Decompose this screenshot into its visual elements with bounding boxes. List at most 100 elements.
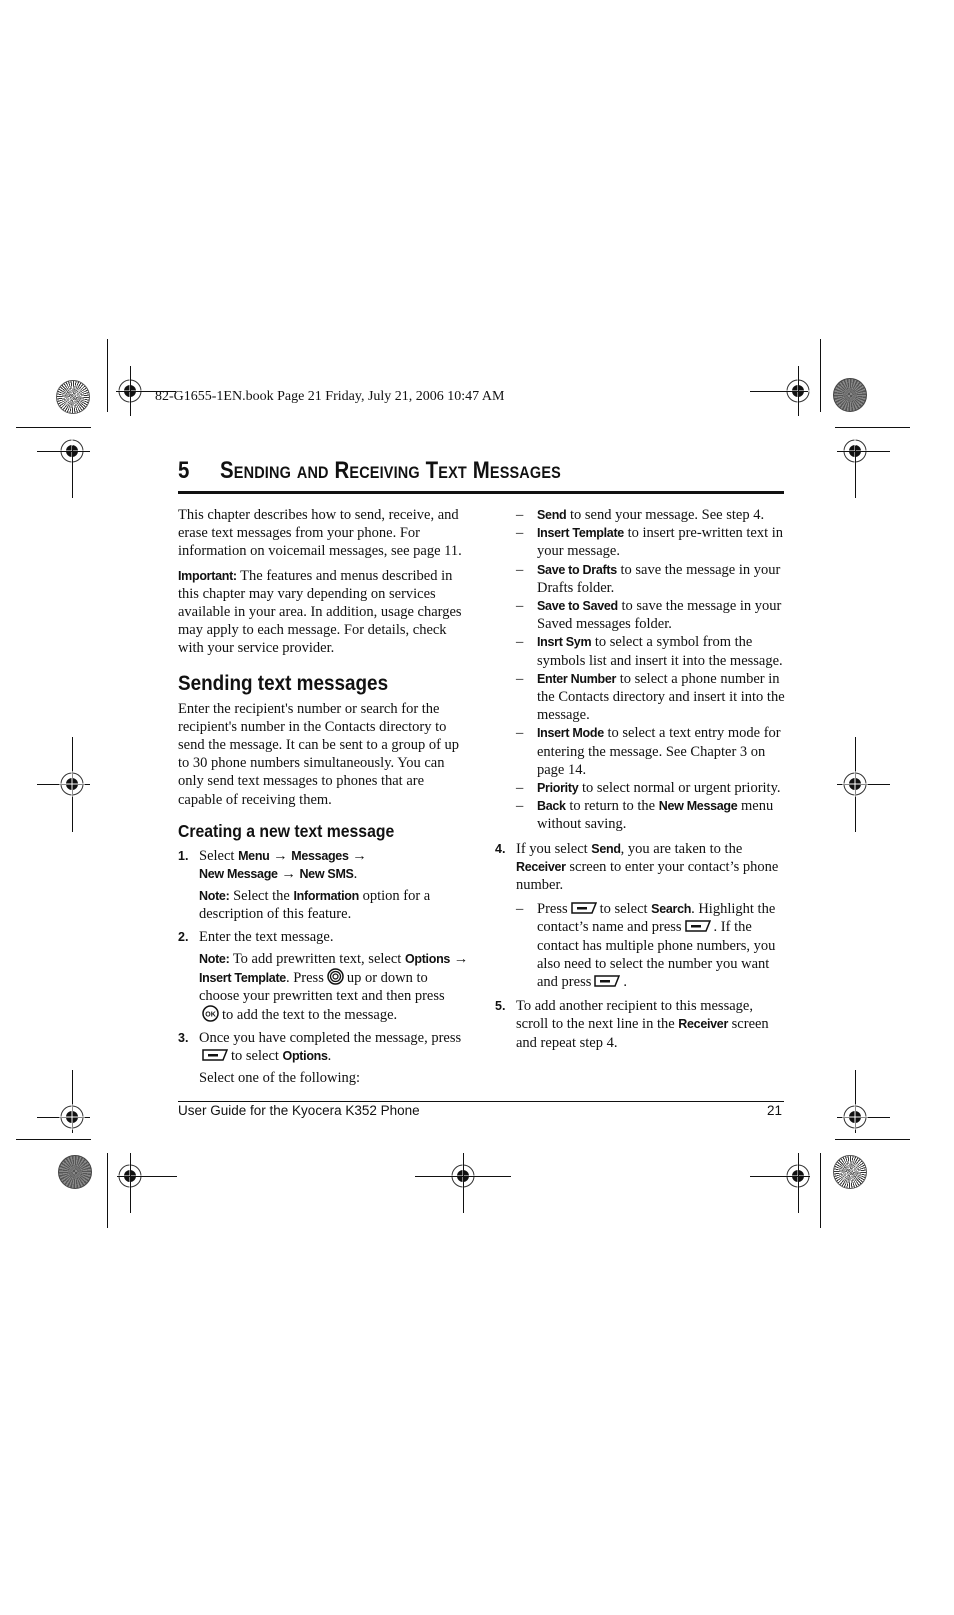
text: . (327, 1047, 332, 1064)
option-label: Back (537, 799, 566, 814)
option-label: Save to Drafts (537, 562, 617, 577)
crop-mark (837, 451, 890, 452)
dash-bullet: – (516, 901, 524, 918)
step-4: 4. If you select Send, you are taken to … (495, 840, 787, 992)
registration-target-icon (59, 1104, 85, 1130)
arrow-glyph: → (277, 866, 300, 883)
option-send: Send (591, 841, 621, 856)
section-heading: Sending text messages (178, 671, 389, 695)
step-number: 3. (178, 1030, 189, 1045)
option-list-item: – Insert Mode to select a text entry mode… (516, 724, 787, 779)
option-list-item: – Priority to select normal or urgent pri… (516, 779, 787, 797)
color-bar-starburst-icon (833, 378, 867, 412)
crop-mark (750, 391, 808, 392)
option-list-item: – Send to send your message. See step 4. (516, 506, 787, 524)
note-label: Note: (199, 951, 230, 966)
option-description: to send your message. See step 4. (566, 507, 765, 523)
left-softkey-icon (594, 975, 621, 987)
dash-bullet: – (516, 598, 524, 615)
crop-mark (117, 1176, 177, 1177)
softkey-options: Options (282, 1048, 328, 1063)
left-softkey-icon (684, 920, 711, 933)
footer-title: User Guide for the Kyocera K352 Phone (178, 1103, 420, 1118)
options-list: – Send to send your message. See step 4. –… (495, 506, 787, 834)
important-note: Important: The features and menus descri… (178, 567, 470, 658)
text: . (353, 866, 358, 883)
subsection-heading: Creating a new text message (178, 820, 395, 841)
crop-mark (820, 339, 821, 412)
option-label: Enter Number (537, 671, 617, 686)
step-text: Select Menu → Messages → New Message → N… (199, 847, 470, 883)
crop-mark (16, 1139, 91, 1140)
crop-mark (130, 1153, 131, 1213)
option-list-item: – Enter Number to select a phone number i… (516, 670, 787, 725)
crop-mark (750, 1176, 810, 1177)
step-number: 4. (495, 841, 506, 856)
screen-receiver: Receiver (678, 1017, 729, 1032)
option-description: to return to the (565, 798, 659, 815)
step-text: Enter the text message. (199, 928, 334, 945)
step-note: Note: To add prewritten text, select Opt… (199, 950, 470, 1025)
text: To add prewritten text, select (229, 950, 405, 967)
step-number: 1. (178, 848, 189, 863)
intro-paragraph: This chapter describes how to send, rece… (178, 507, 462, 560)
option-label: Priority (537, 781, 579, 796)
option-list-item: – Save to Saved to save the message in yo… (516, 597, 787, 633)
option-description: to select normal or urgent priority. (578, 780, 781, 797)
crop-mark (72, 446, 73, 498)
text: . (623, 974, 627, 991)
text: to select (599, 901, 652, 918)
softkey-search: Search (651, 902, 692, 917)
option-label: Insert Template (537, 526, 624, 541)
menu-path-new-sms: New SMS (299, 867, 354, 882)
chapter-title: Sending and Receiving Text Messages (220, 457, 561, 484)
left-softkey-icon (202, 1049, 228, 1061)
step-3: 3. Once you have completed the message, … (178, 1029, 470, 1088)
crop-mark (107, 339, 108, 412)
crop-mark (820, 1153, 821, 1228)
color-bar-starburst-icon (58, 1155, 92, 1189)
crop-mark (798, 1153, 799, 1213)
crop-mark (415, 1176, 511, 1177)
text: Select the (229, 888, 294, 905)
text: Once you have completed the message, pre… (199, 1029, 462, 1046)
dash-bullet: – (516, 634, 524, 651)
dash-bullet: – (516, 725, 524, 742)
menu-path-new-message: New Message (199, 867, 278, 882)
crop-mark (16, 427, 91, 428)
dash-bullet: – (516, 798, 524, 815)
crop-mark (855, 446, 856, 498)
footer-rule (178, 1101, 784, 1102)
color-bar-starburst-icon (833, 1155, 867, 1189)
option-list-item: – Back to return to the New Message menu … (516, 797, 787, 833)
text: Select (199, 847, 239, 864)
svg-text:OK: OK (205, 1012, 216, 1019)
registration-target-icon (842, 1104, 868, 1130)
section-body: Enter the recipient's number or search f… (178, 700, 460, 808)
step-followup: Select one of the following: (199, 1070, 361, 1087)
menu-path-messages: Messages (291, 848, 349, 863)
dash-bullet: – (516, 780, 524, 797)
text: to add the text to the message. (222, 1007, 398, 1024)
option-list-item: – Save to Drafts to save the message in y… (516, 561, 787, 597)
dash-bullet: – (516, 507, 524, 523)
step-1: 1. Select Menu → Messages → New Message … (178, 847, 470, 924)
crop-mark (107, 1153, 108, 1228)
arrow-glyph: → (348, 847, 367, 864)
crop-mark (463, 1153, 464, 1213)
ok-key-icon: OK (202, 1005, 219, 1023)
text: to select (231, 1047, 283, 1064)
arrow-glyph: → (450, 950, 469, 967)
text: , you are taken to the (620, 840, 743, 857)
menu-path-menu: Menu (238, 848, 270, 863)
color-bar-starburst-icon (56, 380, 90, 414)
step-note: Note: Select the Information option for … (199, 887, 470, 923)
right-column: – Send to send your message. See step 4. –… (495, 506, 787, 1056)
text: Press (537, 901, 568, 918)
navigation-key-icon (327, 968, 344, 985)
menu-new-message: New Message (658, 799, 738, 814)
chapter-heading: 5 Sending and Receiving Text Messages (178, 457, 784, 494)
option-list-item: – Insrt Sym to select a symbol from the s… (516, 633, 787, 669)
dash-bullet: – (516, 670, 524, 687)
step-4-substep: – Press to select Search. Highlight the c… (516, 900, 787, 991)
